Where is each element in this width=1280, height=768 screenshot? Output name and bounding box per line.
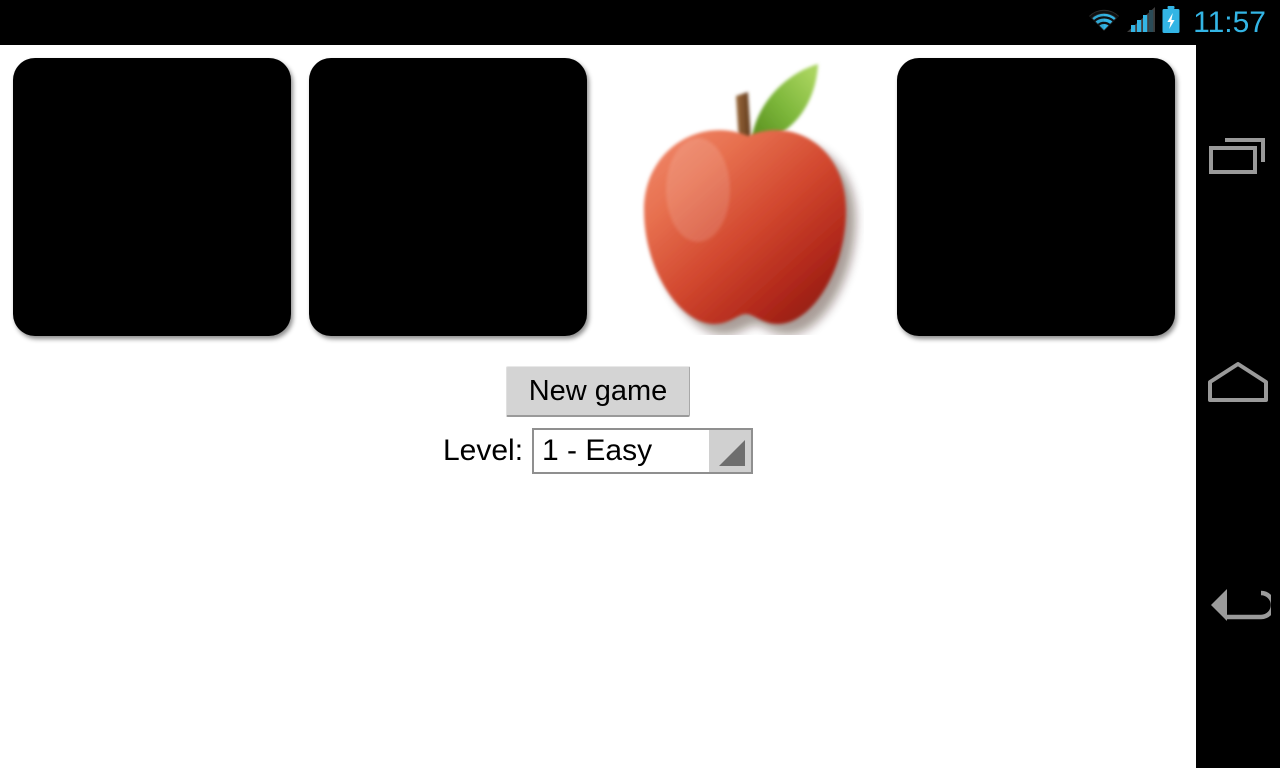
card-slot-3[interactable] xyxy=(605,58,883,336)
new-game-row: New game xyxy=(0,355,1196,417)
status-bar-icons xyxy=(1087,6,1181,39)
wifi-icon xyxy=(1087,7,1121,38)
card-slot-2[interactable] xyxy=(309,58,587,336)
card-row xyxy=(0,45,1196,355)
level-label: Level: xyxy=(442,434,524,467)
navigation-bar xyxy=(1196,45,1280,768)
status-bar-clock: 11:57 xyxy=(1193,5,1266,39)
home-button[interactable] xyxy=(1196,340,1280,424)
card-back-face[interactable] xyxy=(897,58,1175,336)
card-back-face[interactable] xyxy=(13,58,291,336)
back-button[interactable] xyxy=(1196,562,1280,646)
dropdown-triangle-icon xyxy=(719,440,746,466)
cellular-signal-icon xyxy=(1127,7,1156,38)
dropdown-arrow-box[interactable] xyxy=(709,430,752,472)
back-arrow-icon xyxy=(1205,579,1271,629)
apple-card-face[interactable] xyxy=(605,58,883,336)
card-slot-4[interactable] xyxy=(897,58,1175,336)
game-controls: New game Level: 1 - Easy xyxy=(0,355,1196,474)
new-game-button[interactable]: New game xyxy=(506,366,690,417)
apple-icon xyxy=(624,60,864,335)
status-bar: 11:57 xyxy=(0,0,1280,45)
device-screen: 11:57 New game Level: 1 - Easy xyxy=(0,0,1280,768)
card-back-face[interactable] xyxy=(309,58,587,336)
level-selected-value: 1 - Easy xyxy=(542,436,653,466)
level-row: Level: 1 - Easy xyxy=(0,428,1196,474)
level-select[interactable]: 1 - Easy xyxy=(532,428,754,474)
home-icon xyxy=(1205,360,1271,404)
battery-charging-icon xyxy=(1161,6,1181,39)
recents-button[interactable] xyxy=(1196,115,1280,199)
card-slot-1[interactable] xyxy=(13,58,291,336)
app-content-area: New game Level: 1 - Easy xyxy=(0,45,1196,768)
recent-apps-icon xyxy=(1205,132,1271,182)
